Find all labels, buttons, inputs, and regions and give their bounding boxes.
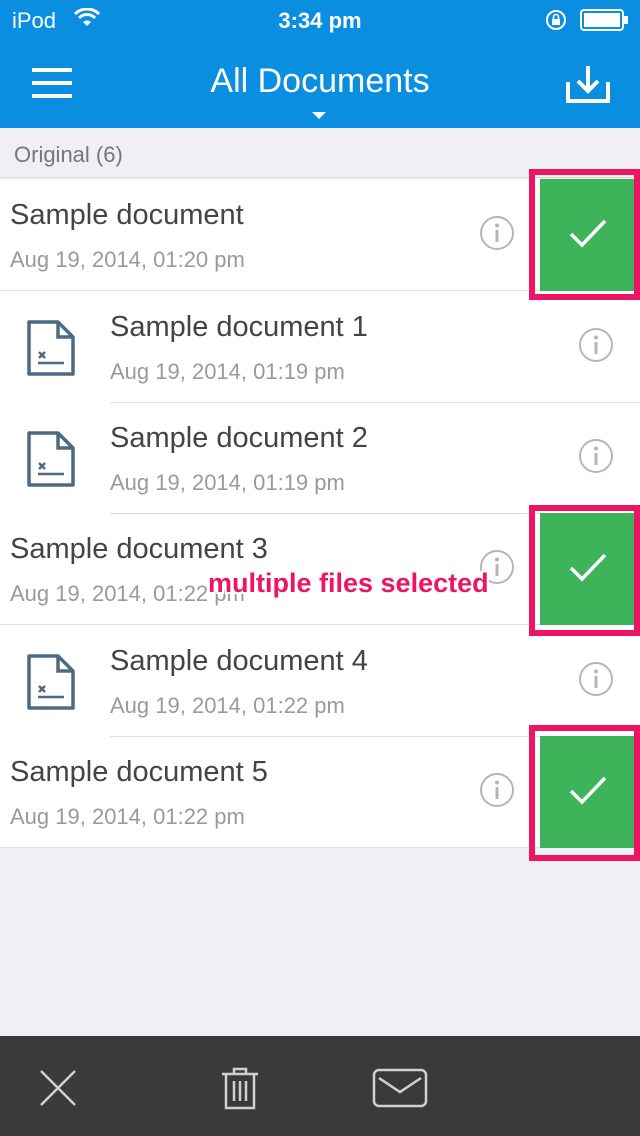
info-icon[interactable]	[578, 661, 614, 697]
document-date: Aug 19, 2014, 01:19 pm	[110, 470, 345, 495]
chevron-down-icon[interactable]	[312, 112, 326, 119]
rotation-lock-icon	[544, 9, 568, 37]
navigation-bar: All Documents	[0, 40, 640, 128]
annotation-label: multiple files selected	[208, 568, 489, 598]
page-title[interactable]: All Documents	[0, 62, 640, 101]
selection-highlight-box	[529, 725, 640, 861]
list-item[interactable]: Sample document 1 Aug 19, 2014, 01:19 pm	[0, 291, 640, 403]
document-name: Sample document 2	[110, 422, 368, 454]
document-name: Sample document 5	[10, 756, 268, 788]
document-name: Sample document 3	[10, 533, 268, 565]
info-icon[interactable]	[578, 327, 614, 363]
document-file-icon	[26, 653, 76, 711]
document-file-icon	[26, 430, 76, 488]
close-icon[interactable]	[36, 1066, 80, 1110]
status-bar: iPod 3:34 pm	[0, 0, 640, 40]
info-icon[interactable]	[479, 772, 515, 808]
info-icon[interactable]	[479, 215, 515, 251]
document-name: Sample document	[10, 199, 244, 231]
trash-icon[interactable]	[218, 1066, 262, 1110]
battery-icon	[580, 9, 630, 37]
bottom-toolbar	[0, 1036, 640, 1136]
document-date: Aug 19, 2014, 01:22 pm	[10, 804, 245, 829]
document-date: Aug 19, 2014, 01:20 pm	[10, 247, 245, 272]
document-date: Aug 19, 2014, 01:19 pm	[110, 359, 345, 384]
selection-highlight-box	[529, 505, 640, 636]
document-name: Sample document 4	[110, 645, 368, 677]
download-icon[interactable]	[566, 64, 610, 104]
list-item[interactable]: Sample document 4 Aug 19, 2014, 01:22 pm	[0, 625, 640, 737]
info-icon[interactable]	[578, 438, 614, 474]
mail-icon[interactable]	[372, 1066, 428, 1110]
document-name: Sample document 1	[110, 311, 368, 343]
section-header-label: Original (6)	[14, 142, 123, 167]
document-date: Aug 19, 2014, 01:22 pm	[110, 693, 345, 718]
document-file-icon	[26, 319, 76, 377]
list-item[interactable]: Sample document 2 Aug 19, 2014, 01:19 pm	[0, 402, 640, 514]
selection-highlight-box	[529, 169, 640, 300]
